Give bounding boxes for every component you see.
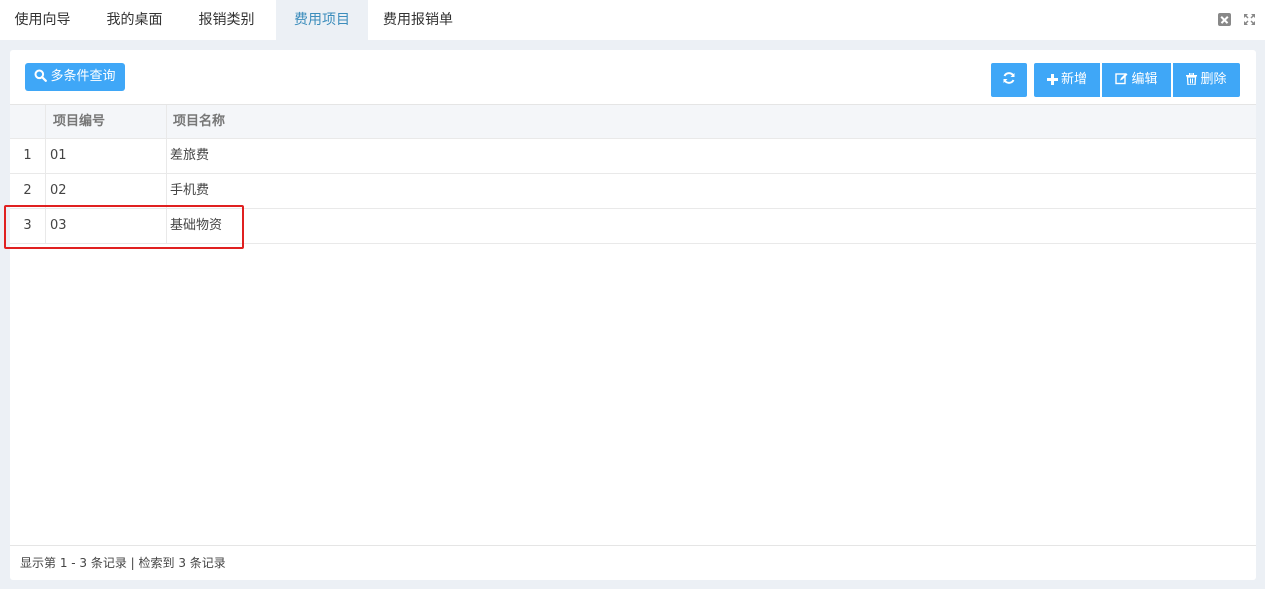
header-item-code[interactable]: 项目编号 bbox=[47, 105, 167, 139]
pagination-summary: 显示第 1 - 3 条记录 | 检索到 3 条记录 bbox=[10, 545, 1256, 580]
row-index: 1 bbox=[10, 139, 46, 173]
tab-expense-report[interactable]: 费用报销单 bbox=[368, 0, 468, 40]
expense-item-table: 项目编号 项目名称 1 01 差旅费 2 02 手机费 3 03 基础物资 bbox=[10, 104, 1256, 244]
item-code: 02 bbox=[47, 174, 167, 208]
item-name: 基础物资 bbox=[170, 218, 223, 233]
add-button[interactable]: 新增 bbox=[1034, 63, 1100, 97]
tab-desktop[interactable]: 我的桌面 bbox=[92, 0, 177, 40]
table-header: 项目编号 项目名称 bbox=[10, 104, 1256, 139]
row-index: 3 bbox=[10, 209, 46, 243]
tab-expense-item[interactable]: 费用项目 bbox=[276, 0, 368, 40]
search-icon bbox=[34, 69, 48, 82]
delete-button[interactable]: 删除 bbox=[1173, 63, 1240, 97]
trash-icon bbox=[1186, 72, 1198, 86]
header-item-name[interactable]: 项目名称 bbox=[168, 105, 225, 139]
item-code: 01 bbox=[47, 139, 167, 173]
delete-label: 删除 bbox=[1200, 72, 1227, 87]
item-name: 差旅费 bbox=[170, 148, 210, 163]
add-label: 新增 bbox=[1060, 72, 1087, 87]
multi-condition-query-button[interactable]: 多条件查询 bbox=[25, 63, 125, 91]
tab-guide[interactable]: 使用向导 bbox=[0, 0, 85, 40]
plus-icon bbox=[1046, 74, 1058, 85]
tab-expense-category[interactable]: 报销类别 bbox=[184, 0, 269, 40]
query-label: 多条件查询 bbox=[50, 69, 116, 84]
table-row[interactable]: 1 01 差旅费 bbox=[10, 139, 1256, 174]
edit-icon bbox=[1115, 73, 1128, 85]
edit-label: 编辑 bbox=[1131, 72, 1158, 87]
edit-button[interactable]: 编辑 bbox=[1102, 63, 1171, 97]
item-name: 手机费 bbox=[170, 183, 210, 198]
close-icon[interactable] bbox=[1218, 13, 1231, 26]
header-index bbox=[10, 105, 46, 139]
table-row[interactable]: 2 02 手机费 bbox=[10, 174, 1256, 209]
item-code: 03 bbox=[47, 209, 167, 243]
tab-bar: 使用向导 我的桌面 报销类别 费用项目 费用报销单 bbox=[0, 0, 1265, 40]
row-index: 2 bbox=[10, 174, 46, 208]
fullscreen-icon[interactable] bbox=[1243, 13, 1256, 26]
table-row[interactable]: 3 03 基础物资 bbox=[10, 209, 1256, 244]
content-panel: 多条件查询 新增 编辑 删除 项目编号 项目名称 1 01 差旅费 2 02 手… bbox=[10, 50, 1256, 580]
refresh-button[interactable] bbox=[991, 63, 1027, 97]
refresh-icon bbox=[1003, 72, 1015, 84]
